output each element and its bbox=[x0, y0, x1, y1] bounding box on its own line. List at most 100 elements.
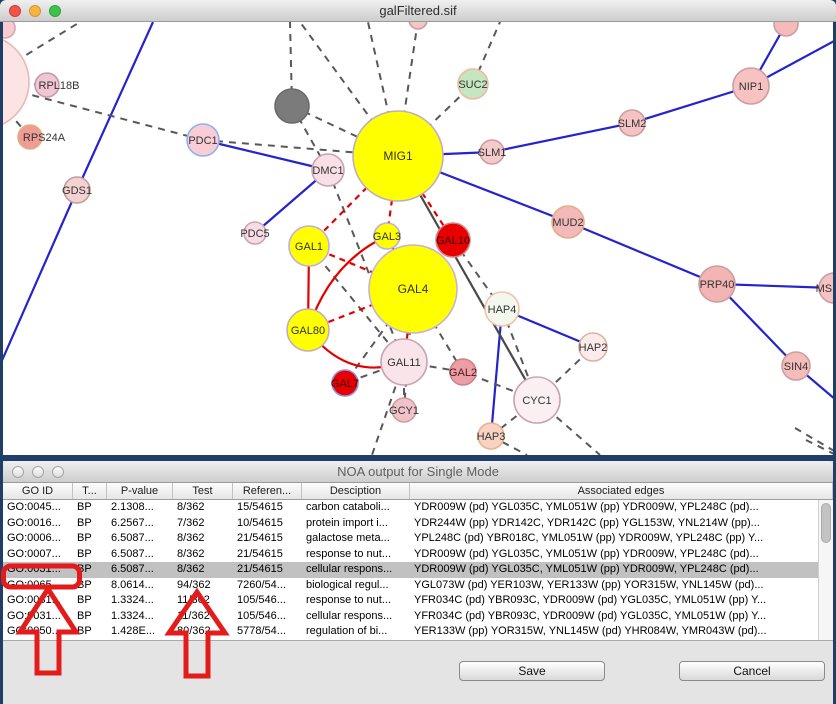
table-cell[interactable]: carbon cataboli... bbox=[302, 500, 410, 516]
table-row[interactable]: GO:0031...BP1.3324...11/362105/546...cel… bbox=[3, 609, 818, 625]
node-GAL1[interactable]: GAL1 bbox=[289, 226, 329, 266]
table-cell[interactable]: BP bbox=[73, 547, 107, 563]
node-GDS1[interactable]: GDS1 bbox=[62, 177, 92, 203]
table-cell[interactable]: 8.0614... bbox=[107, 578, 173, 594]
table-cell[interactable]: 1.3324... bbox=[107, 593, 173, 609]
cancel-button[interactable]: Cancel bbox=[679, 661, 825, 681]
node-MSL1[interactable]: MSL1 bbox=[816, 273, 833, 303]
table-cell[interactable]: YDR009W (pd) YGL035C, YML051W (pp) YDR00… bbox=[410, 547, 818, 563]
node-SLM1[interactable]: SLM1 bbox=[478, 140, 507, 164]
zoom-button[interactable] bbox=[49, 5, 61, 17]
edge-dashed[interactable] bbox=[795, 428, 833, 452]
node-PRP40[interactable]: PRP40 bbox=[699, 266, 735, 302]
table-row[interactable]: GO:0065...BP8.0614...94/3627260/54...bio… bbox=[3, 578, 818, 594]
node-GAL7[interactable]: GAL7 bbox=[331, 370, 359, 396]
column-header[interactable]: Associated edges bbox=[410, 483, 833, 499]
column-header[interactable]: P-value bbox=[107, 483, 173, 499]
table-cell[interactable]: response to nut... bbox=[302, 593, 410, 609]
table-cell[interactable]: 105/546... bbox=[233, 609, 302, 625]
node-GAL2[interactable]: GAL2 bbox=[449, 359, 477, 385]
table-cell[interactable]: YFR034C (pd) YBR093C, YDR009W (pd) YGL03… bbox=[410, 593, 818, 609]
table-cell[interactable]: GO:0050... bbox=[3, 624, 73, 640]
node-CYC1[interactable]: CYC1 bbox=[514, 377, 560, 423]
table-cell[interactable]: YFR034C (pd) YBR093C, YDR009W (pd) YGL03… bbox=[410, 609, 818, 625]
table-cell[interactable]: 11/362 bbox=[173, 609, 233, 625]
table-cell[interactable]: 94/362 bbox=[173, 578, 233, 594]
table-cell[interactable]: 1.3324... bbox=[107, 609, 173, 625]
node-SIN4[interactable]: SIN4 bbox=[782, 352, 810, 380]
table-cell[interactable]: YDR009W (pd) YGL035C, YML051W (pp) YDR00… bbox=[410, 500, 818, 516]
node-GAL11[interactable]: GAL11 bbox=[381, 339, 427, 385]
node-PDC1[interactable]: PDC1 bbox=[187, 124, 219, 156]
table-row[interactable]: GO:0031...BP1.3324...11/362105/546...res… bbox=[3, 593, 818, 609]
table-cell[interactable]: 10/54615 bbox=[233, 516, 302, 532]
table-cell[interactable]: cellular respons... bbox=[302, 562, 410, 578]
table-cell[interactable]: GO:0031... bbox=[3, 562, 73, 578]
scrollbar-thumb[interactable] bbox=[821, 503, 831, 543]
minimize-button[interactable] bbox=[29, 5, 41, 17]
table-cell[interactable]: 80/362 bbox=[173, 624, 233, 640]
node-DMC1[interactable]: DMC1 bbox=[312, 154, 344, 186]
table-row[interactable]: GO:0045...BP2.1308...8/36215/54615carbon… bbox=[3, 500, 818, 516]
table-cell[interactable]: 7/362 bbox=[173, 516, 233, 532]
table-cell[interactable]: 15/54615 bbox=[233, 500, 302, 516]
table-cell[interactable]: regulation of bi... bbox=[302, 624, 410, 640]
table-scrollbar[interactable] bbox=[818, 500, 833, 640]
table-cell[interactable]: GO:0031... bbox=[3, 593, 73, 609]
node-RPL18B[interactable]: RPL18B bbox=[35, 73, 79, 97]
node-NIP1[interactable]: NIP1 bbox=[733, 68, 769, 104]
table-cell[interactable]: 11/362 bbox=[173, 593, 233, 609]
table-cell[interactable]: 8/362 bbox=[173, 562, 233, 578]
table-row[interactable]: GO:0031...BP6.5087...8/36221/54615cellul… bbox=[3, 562, 818, 578]
node-RPS24A[interactable]: RPS24A bbox=[18, 125, 66, 149]
table-cell[interactable]: BP bbox=[73, 593, 107, 609]
table-cell[interactable]: 105/546... bbox=[233, 593, 302, 609]
table-cell[interactable]: YPL248C (pd) YBR018C, YML051W (pp) YDR00… bbox=[410, 531, 818, 547]
column-header[interactable]: T... bbox=[73, 483, 107, 499]
node-GAL10[interactable]: GAL10 bbox=[436, 223, 470, 257]
zoom-button-inactive[interactable] bbox=[52, 466, 64, 478]
table-cell[interactable]: GO:0016... bbox=[3, 516, 73, 532]
table-cell[interactable]: BP bbox=[73, 578, 107, 594]
table-cell[interactable]: 21/54615 bbox=[233, 547, 302, 563]
node-DARK[interactable] bbox=[275, 89, 309, 123]
column-header[interactable]: Referen... bbox=[233, 483, 302, 499]
table-cell[interactable]: 2.1308... bbox=[107, 500, 173, 516]
edge-pp[interactable] bbox=[492, 123, 632, 152]
table-cell[interactable]: 8/362 bbox=[173, 531, 233, 547]
table-cell[interactable]: GO:0006... bbox=[3, 531, 73, 547]
table-cell[interactable]: BP bbox=[73, 624, 107, 640]
table-cell[interactable]: cellular respons... bbox=[302, 609, 410, 625]
node-SLM2[interactable]: SLM2 bbox=[618, 110, 647, 136]
node-GAL4[interactable]: GAL4 bbox=[369, 245, 457, 333]
node-MIG1[interactable]: MIG1 bbox=[353, 111, 443, 201]
table-cell[interactable]: GO:0065... bbox=[3, 578, 73, 594]
table-cell[interactable]: biological regul... bbox=[302, 578, 410, 594]
table-cell[interactable]: BP bbox=[73, 609, 107, 625]
table-row[interactable]: GO:0016...BP6.2567...7/36210/54615protei… bbox=[3, 516, 818, 532]
table-cell[interactable]: 8/362 bbox=[173, 547, 233, 563]
node-MUD2[interactable]: MUD2 bbox=[552, 206, 584, 238]
table-cell[interactable]: YGL073W (pd) YER103W, YER133W (pp) YOR31… bbox=[410, 578, 818, 594]
node-HAP4[interactable]: HAP4 bbox=[485, 292, 519, 326]
close-button[interactable] bbox=[9, 5, 21, 17]
edge-pp[interactable] bbox=[568, 222, 717, 284]
table-cell[interactable]: BP bbox=[73, 562, 107, 578]
close-button-inactive[interactable] bbox=[12, 466, 24, 478]
node-TSL[interactable] bbox=[409, 22, 427, 29]
node-GCY1[interactable]: GCY1 bbox=[389, 398, 419, 422]
column-header[interactable]: Desciption bbox=[302, 483, 410, 499]
table-cell[interactable]: YDR244W (pp) YDR142C, YDR142C (pp) YGL15… bbox=[410, 516, 818, 532]
network-window-titlebar[interactable]: galFiltered.sif bbox=[0, 0, 836, 22]
table-cell[interactable]: GO:0007... bbox=[3, 547, 73, 563]
table-cell[interactable]: YDR009W (pd) YGL035C, YML051W (pp) YDR00… bbox=[410, 562, 818, 578]
table-cell[interactable]: 1.428E... bbox=[107, 624, 173, 640]
table-cell[interactable]: 8/362 bbox=[173, 500, 233, 516]
edge-pp[interactable] bbox=[3, 190, 77, 365]
table-cell[interactable]: BP bbox=[73, 516, 107, 532]
node-TRN[interactable] bbox=[774, 22, 798, 36]
table-cell[interactable]: BP bbox=[73, 500, 107, 516]
table-row[interactable]: GO:0007...BP6.5087...8/36221/54615respon… bbox=[3, 547, 818, 563]
edge-pp[interactable] bbox=[203, 140, 328, 170]
node-corner[interactable] bbox=[3, 22, 15, 38]
